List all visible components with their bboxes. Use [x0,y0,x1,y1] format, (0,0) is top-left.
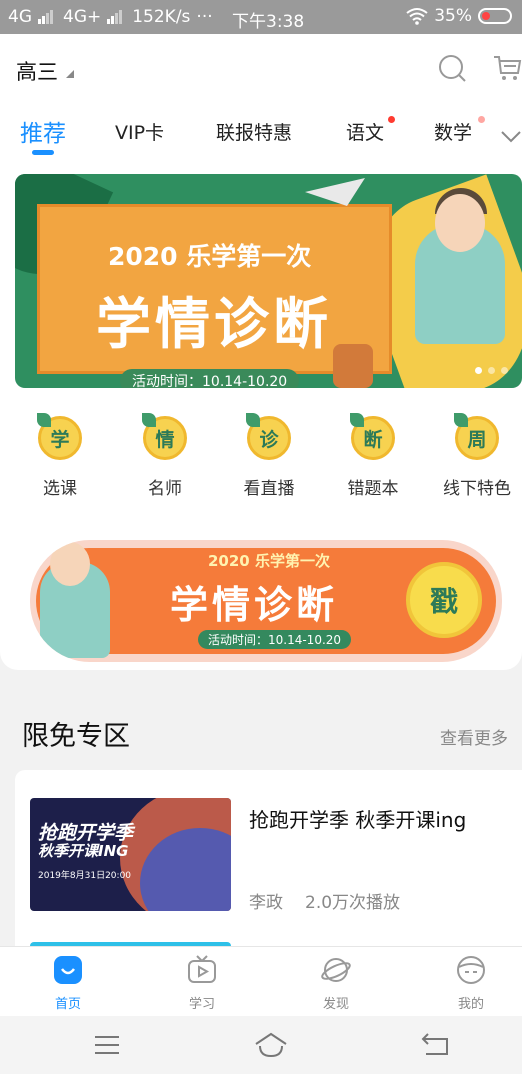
quick-link-offline[interactable]: 周 线下特色 [437,413,517,499]
planet-icon [321,958,351,982]
grade-selector[interactable]: 高三 [16,56,58,86]
banner-date: 活动时间：10.14-10.20 [120,369,300,388]
tab-recommend[interactable]: 推荐 [20,114,66,148]
illustration-head [50,542,90,586]
course-play-count: 2.0万次播放 [305,893,401,913]
nav-home[interactable]: 首页 [28,955,108,1012]
tab-bundle-deals[interactable]: 联报特惠 [216,118,292,145]
quick-links: 学 选课 情 名师 诊 看直播 断 错题本 周 线下特色 [0,413,522,508]
quick-link-label: 名师 [148,479,182,499]
nav-discover[interactable]: 发现 [296,955,376,1012]
tab-vip-card[interactable]: VIP卡 [115,118,164,145]
active-tab-indicator [32,150,54,155]
profile-icon [457,956,485,984]
home-icon [54,956,82,984]
main-content: 高三 推荐 VIP卡 联报特惠 语文 数学 2020 乐学第一次 学情诊断 活动… [0,34,522,670]
quick-link-label: 看直播 [243,479,295,499]
network-2-label: 4G+ [63,7,102,27]
duan-badge-icon: 断 [350,413,395,460]
quick-link-select-course[interactable]: 学 选课 [20,413,100,499]
poke-button-label: 戳 [429,585,458,618]
carousel-dot[interactable] [475,367,482,374]
carousel-dot[interactable] [488,367,495,374]
list-item[interactable]: 抢跑开学季 秋季开课ING 2019年8月31日20:00 抢跑开学季 秋季开课… [15,770,522,950]
promo-year-line: 2020 乐学第一次 [208,552,330,570]
status-right: 35% [406,6,512,26]
status-left: 4G 4G+ 152K/s ··· [8,7,213,27]
thumbnail-date: 2019年8月31日20:00 [38,871,132,881]
course-author: 李政 [249,893,283,913]
thumbnail-line-2: 秋季开课ING [38,842,129,860]
nav-label: 首页 [54,997,81,1012]
promo-date: 活动时间：10.14-10.20 [198,630,352,649]
carousel-banner[interactable]: 2020 乐学第一次 学情诊断 活动时间：10.14-10.20 [15,174,522,388]
math-badge-dot [478,116,485,123]
zhou-badge-icon: 周 [454,413,499,460]
promo-banner[interactable]: 2020 乐学第一次 学情诊断 活动时间：10.14-10.20 戳 [30,540,502,662]
bottom-nav: 首页 学习 发现 我的 [0,946,522,1016]
signal-icon [107,10,123,24]
quick-link-label: 线下特色 [443,479,511,499]
nav-study[interactable]: 学习 [162,955,242,1012]
tab-chinese[interactable]: 语文 [346,118,384,145]
section-title: 限免专区 [22,721,130,752]
menu-icon[interactable] [92,1032,122,1058]
system-nav-bar [0,1016,522,1074]
home-button-icon[interactable] [254,1032,288,1058]
nav-label: 我的 [457,997,484,1012]
more-notifications-icon: ··· [196,7,213,27]
status-time: 下午3:38 [232,12,305,32]
banner-year-line: 2020 乐学第一次 [108,242,312,271]
nav-label: 学习 [188,997,215,1012]
battery-icon [478,8,512,24]
course-title: 抢跑开学季 秋季开课ing [249,808,467,832]
nav-label: 发现 [322,997,349,1012]
search-icon[interactable] [438,54,466,82]
course-thumbnail: 抢跑开学季 秋季开课ING 2019年8月31日20:00 [30,798,231,911]
tab-math[interactable]: 数学 [434,118,472,145]
signal-icon [38,10,53,24]
dropdown-triangle-icon [66,70,74,78]
view-more-link[interactable]: 查看更多 [440,724,508,749]
qing-badge-icon: 情 [142,413,187,460]
battery-percent: 35% [434,6,472,26]
tv-icon [188,955,216,983]
poke-button[interactable]: 戳 [406,562,482,638]
status-bar: 4G 4G+ 152K/s ··· 下午3:38 35% [0,0,522,34]
quick-link-label: 错题本 [347,479,399,499]
illustration-head [435,194,485,252]
back-icon[interactable] [420,1032,450,1058]
nav-profile[interactable]: 我的 [431,955,511,1012]
top-bar: 高三 [0,34,522,104]
quick-link-mistakes[interactable]: 断 错题本 [333,413,413,499]
promo-title: 学情诊断 [170,583,339,627]
flask-icon [333,344,373,388]
carousel-indicator [475,367,508,374]
carousel-dot[interactable] [501,367,508,374]
quick-link-teachers[interactable]: 情 名师 [125,413,205,499]
quick-link-label: 选课 [43,479,77,499]
cart-icon[interactable] [492,54,522,82]
xue-badge-icon: 学 [37,413,82,460]
paper-plane-icon [305,178,365,206]
quick-link-live[interactable]: 诊 看直播 [229,413,309,499]
chinese-badge-dot [388,116,395,123]
wifi-icon [406,8,428,25]
category-tabs: 推荐 VIP卡 联报特惠 语文 数学 [0,106,522,162]
network-1-label: 4G [8,7,32,27]
banner-title: 学情诊断 [96,292,333,356]
chevron-down-icon[interactable] [500,126,522,146]
network-speed: 152K/s [132,7,191,27]
zhen-badge-icon: 诊 [246,413,291,460]
